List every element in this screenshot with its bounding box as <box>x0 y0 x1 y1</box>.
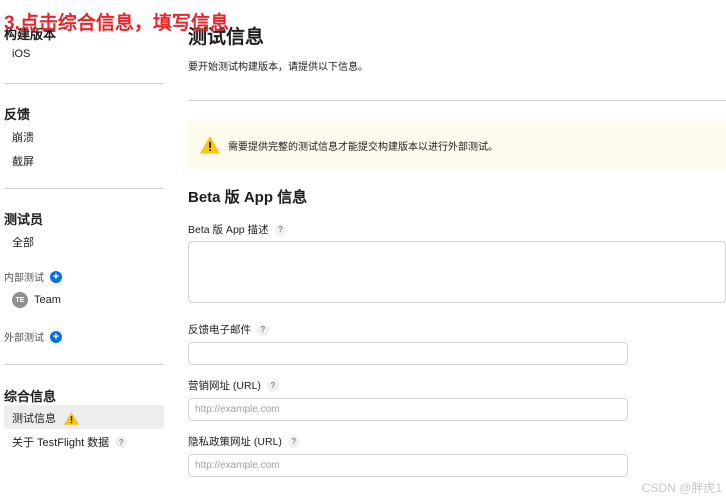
sidebar-item-about-testflight-data[interactable]: 关于 TestFlight 数据 ? <box>12 434 128 450</box>
sidebar-group-internal: 内部测试 + <box>4 269 62 284</box>
main-divider <box>188 100 726 101</box>
field-label-text: 营销网址 (URL) <box>188 380 261 392</box>
warning-banner: 需要提供完整的测试信息才能提交构建版本以进行外部测试。 <box>188 121 726 169</box>
sidebar-item-label: iOS <box>12 48 31 60</box>
beta-description-field[interactable] <box>188 241 726 303</box>
app-window: 构建版本 iOS 反馈 崩溃 截屏 测试员 全部 内部测试 + TE Team … <box>0 0 726 500</box>
annotation-overlay: 3.点击综合信息，填写信息 <box>4 13 229 34</box>
add-internal-group-button[interactable]: + <box>50 270 62 283</box>
warning-icon <box>200 136 220 154</box>
sidebar-item-screenshots[interactable]: 截屏 <box>12 153 34 169</box>
beta-description-label: Beta 版 App 描述 ? <box>188 222 287 237</box>
sidebar-item-label: 崩溃 <box>12 132 34 144</box>
sidebar-item-label: 截屏 <box>12 156 34 168</box>
sidebar-heading-general: 综合信息 <box>4 389 57 404</box>
sidebar-item-all-testers[interactable]: 全部 <box>12 234 34 250</box>
sidebar: 构建版本 iOS 反馈 崩溃 截屏 测试员 全部 内部测试 + TE Team … <box>0 0 166 500</box>
sidebar-group-label: 内部测试 <box>4 273 44 284</box>
marketing-url-field[interactable] <box>188 398 628 421</box>
sidebar-item-label: Team <box>34 294 61 306</box>
marketing-url-label: 营销网址 (URL) ? <box>188 378 279 393</box>
question-mark-icon[interactable]: ? <box>266 379 279 392</box>
question-mark-icon[interactable]: ? <box>274 223 287 236</box>
warning-banner-text: 需要提供完整的测试信息才能提交构建版本以进行外部测试。 <box>228 141 498 153</box>
avatar: TE <box>12 292 28 308</box>
sidebar-divider <box>4 188 164 189</box>
question-mark-icon[interactable]: ? <box>115 436 128 448</box>
feedback-email-label: 反馈电子邮件 ? <box>188 322 269 337</box>
feedback-email-field[interactable] <box>188 342 628 365</box>
watermark: CSDN @胖虎1 <box>641 481 722 495</box>
sidebar-item-label: 关于 TestFlight 数据 <box>12 437 110 449</box>
privacy-url-label: 隐私政策网址 (URL) ? <box>188 434 300 449</box>
sidebar-heading-feedback: 反馈 <box>4 107 31 122</box>
privacy-url-field[interactable] <box>188 454 628 477</box>
sidebar-item-team[interactable]: TE Team <box>12 292 61 308</box>
sidebar-group-label: 外部测试 <box>4 333 44 344</box>
question-mark-icon[interactable]: ? <box>287 435 300 448</box>
field-label-text: 反馈电子邮件 <box>188 324 251 336</box>
add-external-group-button[interactable]: + <box>50 330 62 343</box>
question-mark-icon[interactable]: ? <box>257 323 269 336</box>
sidebar-item-crashes[interactable]: 崩溃 <box>12 129 34 145</box>
section-title: Beta 版 App 信息 <box>188 189 308 206</box>
field-label-text: Beta 版 App 描述 <box>188 224 269 236</box>
warning-icon <box>64 411 79 425</box>
sidebar-divider <box>4 83 164 84</box>
sidebar-item-ios[interactable]: iOS <box>12 48 30 60</box>
sidebar-heading-testers: 测试员 <box>4 212 44 227</box>
sidebar-item-test-information[interactable]: 测试信息 <box>12 410 79 426</box>
field-label-text: 隐私政策网址 (URL) <box>188 436 282 448</box>
sidebar-item-label: 测试信息 <box>12 413 56 425</box>
sidebar-item-label: 全部 <box>12 237 34 249</box>
sidebar-divider <box>4 364 164 365</box>
sidebar-group-external: 外部测试 + <box>4 329 62 344</box>
page-description: 要开始测试构建版本，请提供以下信息。 <box>188 62 368 73</box>
